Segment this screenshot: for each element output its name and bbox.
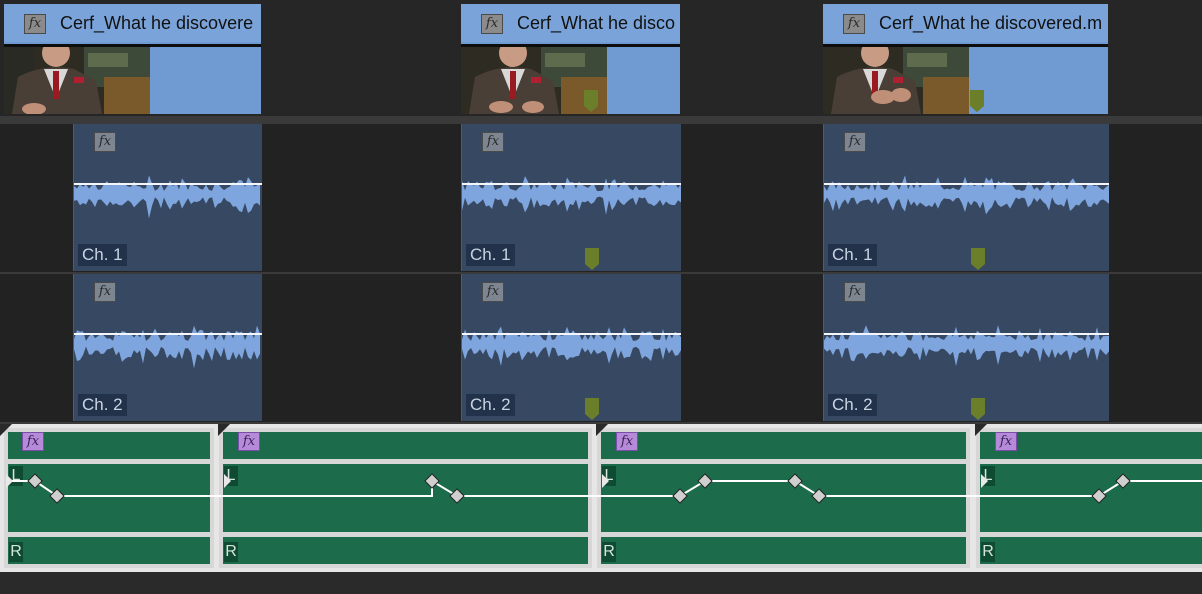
channel-label: Ch. 2 xyxy=(78,394,127,416)
clip-name: Cerf_What he discovere xyxy=(60,13,254,33)
waveform xyxy=(824,175,1109,215)
fx-badge[interactable]: fx xyxy=(843,14,865,34)
audio-clip-3-ch1[interactable]: fx Ch. 1 xyxy=(823,124,1109,271)
keyframe-diamond[interactable] xyxy=(787,473,803,489)
channel-label: Ch. 1 xyxy=(828,244,877,266)
fx-badge[interactable]: fx xyxy=(844,282,866,302)
waveform-shape xyxy=(74,175,260,219)
keyframe-diamond[interactable] xyxy=(449,488,465,504)
channel-label: Ch. 1 xyxy=(466,244,515,266)
video-clip-1[interactable]: fx Cerf_What he discovere xyxy=(4,4,261,114)
channel-label: Ch. 1 xyxy=(78,244,127,266)
waveform xyxy=(74,175,260,219)
fx-badge[interactable]: fx xyxy=(94,132,116,152)
keyframe-start-icon xyxy=(981,474,988,488)
keyframe-diamond[interactable] xyxy=(1091,488,1107,504)
waveform xyxy=(462,326,681,366)
volume-line[interactable] xyxy=(462,333,681,335)
waveform xyxy=(462,176,681,215)
audio-clip-1-ch1[interactable]: fx Ch. 1 xyxy=(73,124,262,271)
waveform-shape xyxy=(462,176,681,215)
keyframe-diamond[interactable] xyxy=(672,488,688,504)
keyframe-start-icon xyxy=(602,474,609,488)
video-clip-2[interactable]: fx Cerf_What he disco xyxy=(461,4,680,114)
audio-clip-3-ch2[interactable]: fx Ch. 2 xyxy=(823,274,1109,421)
video-clip-3[interactable]: fx Cerf_What he discovered.m xyxy=(823,4,1108,114)
volume-line[interactable] xyxy=(74,333,262,335)
audio-clip-1-ch2[interactable]: fx Ch. 2 xyxy=(73,274,262,421)
audio-clip-2-ch2[interactable]: fx Ch. 2 xyxy=(461,274,681,421)
track-divider xyxy=(0,116,1202,124)
keyframe-start-icon xyxy=(6,474,13,488)
volume-line[interactable] xyxy=(462,183,681,185)
video-thumbnail xyxy=(823,47,969,114)
fx-badge[interactable]: fx xyxy=(844,132,866,152)
clip-marker[interactable] xyxy=(585,248,599,270)
video-thumbnail xyxy=(4,47,150,114)
clip-name: Cerf_What he disco xyxy=(517,13,676,33)
keyframe-diamond[interactable] xyxy=(697,473,713,489)
keyframe-diamond[interactable] xyxy=(49,488,65,504)
waveform-shape xyxy=(824,325,1109,367)
clip-marker[interactable] xyxy=(584,90,598,112)
keyframe-overlay[interactable] xyxy=(0,424,1202,572)
clip-name: Cerf_What he discovered.m xyxy=(879,13,1103,33)
channel-label: Ch. 2 xyxy=(828,394,877,416)
fx-badge[interactable]: fx xyxy=(24,14,46,34)
volume-line[interactable] xyxy=(824,183,1109,185)
keyframe-diamond[interactable] xyxy=(27,473,43,489)
clip-marker[interactable] xyxy=(971,248,985,270)
volume-line[interactable] xyxy=(824,333,1109,335)
keyframe-diamond[interactable] xyxy=(1115,473,1131,489)
audio-clip-2-ch1[interactable]: fx Ch. 1 xyxy=(461,124,681,271)
fx-badge[interactable]: fx xyxy=(481,14,503,34)
fx-badge[interactable]: fx xyxy=(94,282,116,302)
edit-point-icons xyxy=(0,424,987,436)
keyframe-diamond[interactable] xyxy=(811,488,827,504)
channel-label: Ch. 2 xyxy=(466,394,515,416)
waveform xyxy=(824,325,1109,367)
waveform-shape xyxy=(824,175,1109,215)
waveform xyxy=(74,325,260,369)
clip-marker[interactable] xyxy=(585,398,599,420)
volume-line[interactable] xyxy=(74,183,262,185)
keyframe-diamond[interactable] xyxy=(424,473,440,489)
clip-marker[interactable] xyxy=(970,90,984,112)
clip-marker[interactable] xyxy=(971,398,985,420)
keyframe-start-icon xyxy=(224,474,231,488)
fx-badge[interactable]: fx xyxy=(482,132,504,152)
bottom-bar xyxy=(0,572,1202,594)
fx-badge[interactable]: fx xyxy=(482,282,504,302)
